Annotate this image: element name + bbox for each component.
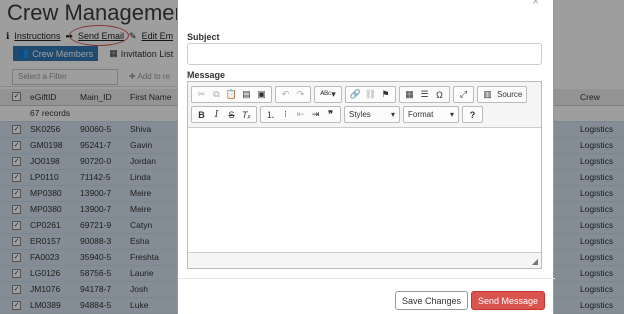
link-icon[interactable]: 🔗 (348, 87, 363, 102)
email-modal: × Subject Message ✂ ⧉ 📋 ▤ ▣ ↶ ↷ ᴬᴮᶜ▾ 🔗 ⛓… (177, 0, 555, 314)
send-message-button[interactable]: Send Message (471, 291, 546, 310)
strike-icon[interactable]: S (224, 107, 239, 122)
maximize-icon[interactable]: ⤢ (456, 87, 471, 102)
bulleted-list-icon[interactable]: ⁝ (278, 107, 293, 122)
editor-toolbar-row-1: ✂ ⧉ 📋 ▤ ▣ ↶ ↷ ᴬᴮᶜ▾ 🔗 ⛓ ⚑ ▦ ☰ Ω ⤢ ▥ Sourc… (191, 86, 528, 103)
source-button[interactable]: ▥ Source (477, 86, 528, 103)
help-group: ? (462, 106, 483, 123)
source-label: Source (497, 90, 523, 99)
resize-handle-icon[interactable]: ◢ (532, 257, 538, 266)
subject-input[interactable] (187, 43, 542, 65)
paste-word-icon[interactable]: ▣ (254, 87, 269, 102)
redo-icon[interactable]: ↷ (293, 87, 308, 102)
app-window: Crew Management ℹ Instructions ➦ Send Em… (0, 0, 624, 314)
table-icon[interactable]: ▦ (402, 87, 417, 102)
modal-footer: Save Changes Send Message (178, 278, 555, 314)
horizontal-rule-icon[interactable]: ☰ (417, 87, 432, 102)
copy-icon[interactable]: ⧉ (209, 87, 224, 102)
editor-toolbar-row-2: B I S Tₓ ⒈ ⁝ ⇤ ⇥ ❞ Styles ▾ Format ▾ ? (191, 106, 483, 123)
spellcheck-icon[interactable]: ᴬᴮᶜ▾ (317, 87, 339, 102)
message-label: Message (187, 70, 226, 80)
insert-group: ▦ ☰ Ω (399, 86, 450, 103)
clipboard-group: ✂ ⧉ 📋 ▤ ▣ (191, 86, 272, 103)
close-icon[interactable]: × (532, 0, 539, 8)
styles-dropdown[interactable]: Styles ▾ (344, 106, 400, 123)
maximize-group: ⤢ (453, 86, 474, 103)
outdent-icon[interactable]: ⇤ (293, 107, 308, 122)
italic-icon[interactable]: I (209, 107, 224, 122)
save-changes-button[interactable]: Save Changes (395, 291, 469, 310)
chevron-down-icon: ▾ (449, 110, 454, 119)
bold-icon[interactable]: B (194, 107, 209, 122)
link-group: 🔗 ⛓ ⚑ (345, 86, 396, 103)
paste-text-icon[interactable]: ▤ (239, 87, 254, 102)
numbered-list-icon[interactable]: ⒈ (263, 107, 278, 122)
message-body[interactable] (188, 127, 541, 253)
format-label: Format (408, 110, 434, 119)
list-group: ⒈ ⁝ ⇤ ⇥ ❞ (260, 106, 341, 123)
source-icon: ▥ (483, 89, 492, 99)
basic-styles-group: B I S Tₓ (191, 106, 257, 123)
blockquote-icon[interactable]: ❞ (323, 107, 338, 122)
indent-icon[interactable]: ⇥ (308, 107, 323, 122)
format-dropdown[interactable]: Format ▾ (403, 106, 459, 123)
subject-label: Subject (187, 32, 220, 42)
undo-icon[interactable]: ↶ (278, 87, 293, 102)
chevron-down-icon: ▾ (390, 110, 395, 119)
special-char-icon[interactable]: Ω (432, 87, 447, 102)
rich-text-editor: ✂ ⧉ 📋 ▤ ▣ ↶ ↷ ᴬᴮᶜ▾ 🔗 ⛓ ⚑ ▦ ☰ Ω ⤢ ▥ Sourc… (187, 81, 542, 269)
help-icon[interactable]: ? (465, 107, 480, 122)
anchor-flag-icon[interactable]: ⚑ (378, 87, 393, 102)
paste-icon[interactable]: 📋 (224, 87, 239, 102)
cut-icon[interactable]: ✂ (194, 87, 209, 102)
remove-format-icon[interactable]: Tₓ (239, 107, 254, 122)
spellcheck-group: ᴬᴮᶜ▾ (314, 86, 342, 103)
styles-label: Styles (349, 110, 371, 119)
undo-group: ↶ ↷ (275, 86, 311, 103)
unlink-icon[interactable]: ⛓ (363, 87, 378, 102)
